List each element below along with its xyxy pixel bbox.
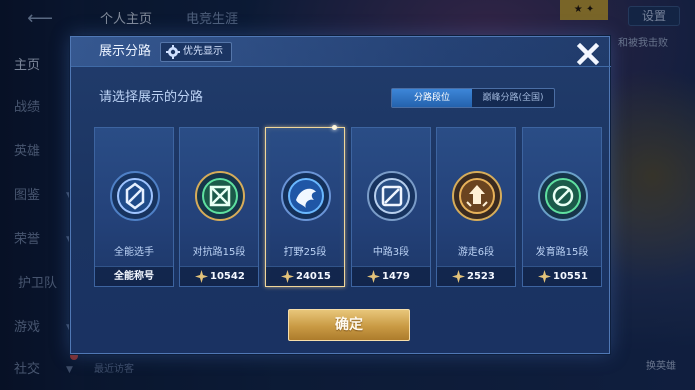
dialog-title: 展示分路 [99,44,152,59]
lane-role: 打野25段 [283,247,327,258]
all-round-badge-icon [110,171,160,221]
close-icon[interactable] [571,37,605,71]
confirm-button[interactable]: 确定 [288,309,410,341]
lane-tab-switch: 分路段位 巅峰分路(全国) [391,88,555,108]
lane-role: 对抗路15段 [192,247,246,258]
star-icon [281,270,294,283]
roam-badge-icon [452,171,502,221]
jungle-badge-icon [281,171,331,221]
lane-card-all-round[interactable]: 全能选手 全能称号 [94,127,174,287]
lane-display-dialog: 展示分路 优先显示 请选择展示的分路 分路段位 巅峰分路(全国) 全能选手 全能… [70,36,611,354]
lane-card-footer: 10551 [523,266,601,286]
lane-role: 中路3段 [372,247,410,258]
lane-value: 10542 [210,271,245,282]
lane-card-farm[interactable]: 发育路15段 10551 [522,127,602,287]
lane-card-footer: 全能称号 [95,266,173,286]
lane-card-roam[interactable]: 游走6段 2523 [436,127,516,287]
lane-card-footer: 1479 [352,266,430,286]
lane-card-clash[interactable]: 对抗路15段 10542 [179,127,259,287]
lane-value: 2523 [467,271,495,282]
lane-card-footer: 2523 [437,266,515,286]
lane-value: 24015 [296,271,331,282]
priority-display-label: 优先显示 [183,46,223,57]
clash-lane-badge-icon [195,171,245,221]
lane-card-mid[interactable]: 中路3段 1479 [351,127,431,287]
lane-value: 10551 [553,271,588,282]
star-icon [195,270,208,283]
lane-card-footer: 10542 [180,266,258,286]
star-icon [538,270,551,283]
star-icon [367,270,380,283]
lane-role: 游走6段 [457,247,495,258]
dialog-header: 展示分路 优先显示 [71,37,611,67]
lane-role: 全能选手 [114,247,154,258]
farm-lane-badge-icon [538,171,588,221]
priority-display-button[interactable]: 优先显示 [160,42,232,62]
star-icon [452,270,465,283]
lane-value: 1479 [382,271,410,282]
tab-peak-lane[interactable]: 巅峰分路(全国) [472,89,554,107]
lane-card-jungle[interactable]: 打野25段 24015 [265,125,345,287]
lane-role: 发育路15段 [535,247,589,258]
tab-lane-rank[interactable]: 分路段位 [392,89,472,107]
lane-value: 全能称号 [114,271,154,282]
dialog-subtitle: 请选择展示的分路 [99,90,204,105]
selected-sparkle [332,125,337,130]
mid-lane-badge-icon [367,171,417,221]
lane-card-footer: 24015 [266,266,344,286]
gear-icon [166,45,180,59]
